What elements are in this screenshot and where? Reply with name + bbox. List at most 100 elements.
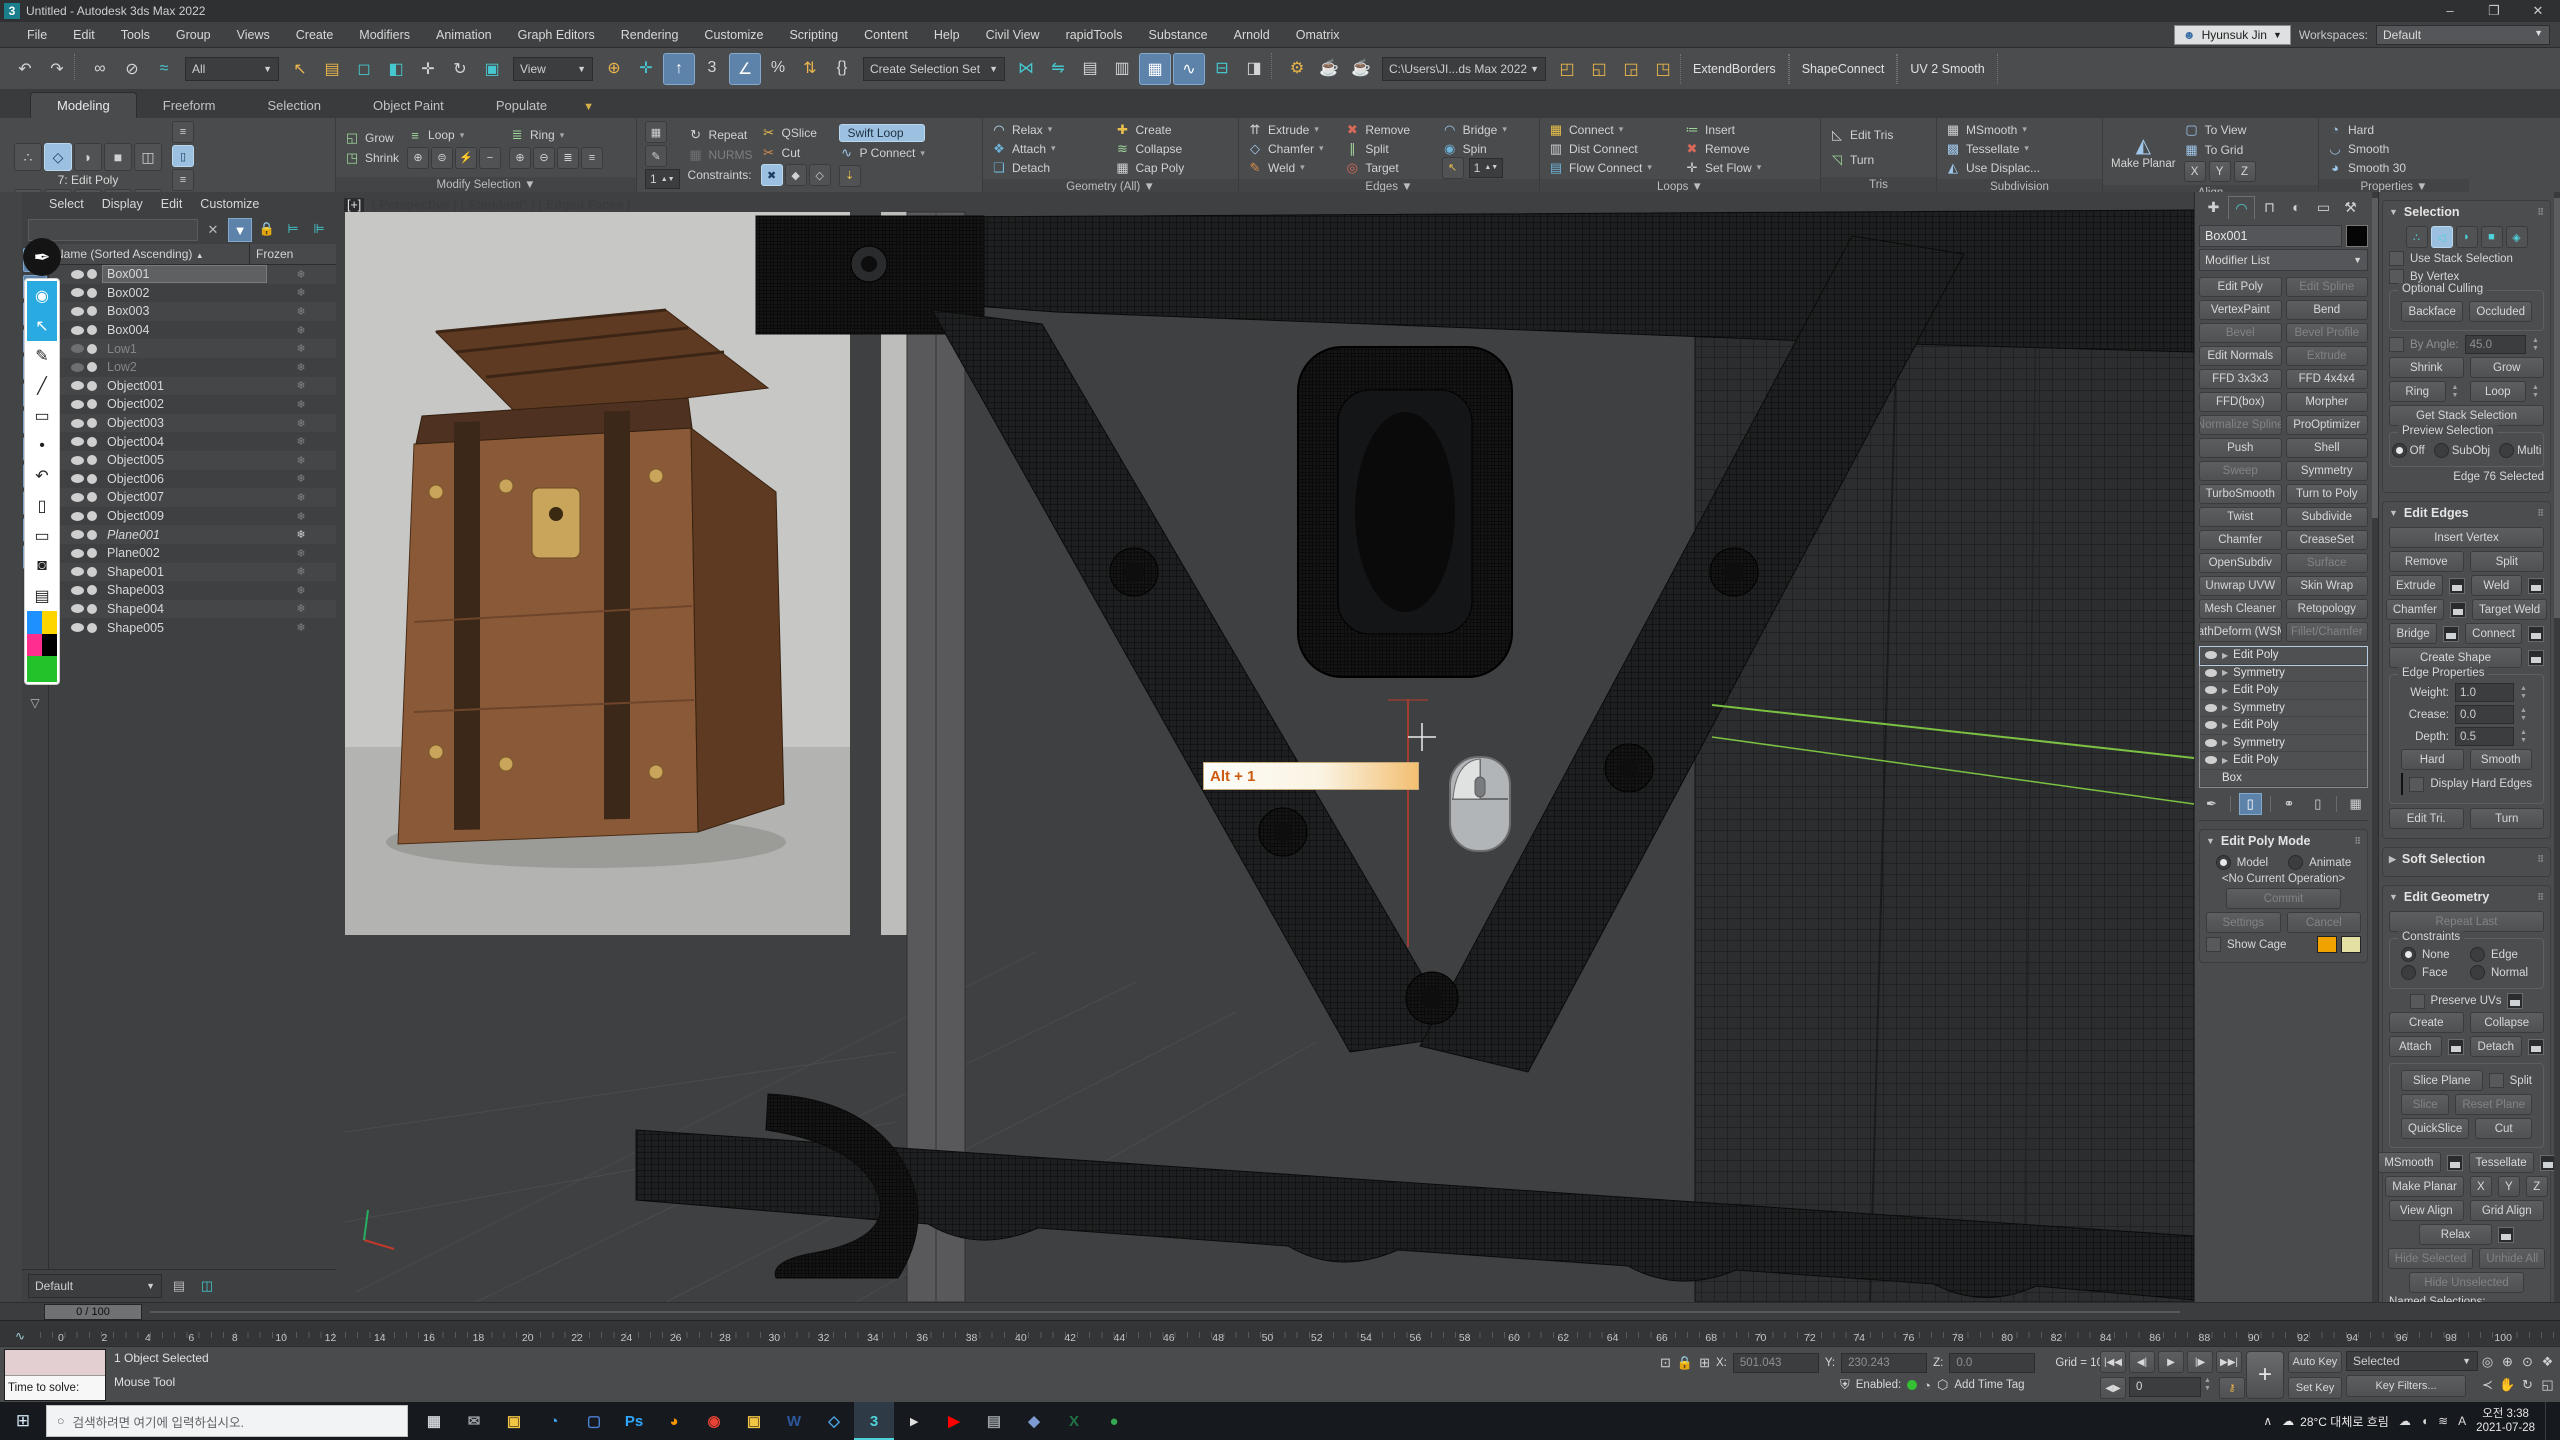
get-stack-selection-button[interactable]: Get Stack Selection — [2389, 405, 2544, 426]
time-slider-handle[interactable]: 0 / 100 — [44, 1304, 142, 1320]
kakao-icon[interactable]: ● — [1094, 1402, 1134, 1440]
material-editor-icon[interactable]: ◨ — [1239, 53, 1269, 83]
model-radio[interactable] — [2216, 855, 2231, 870]
turn-button[interactable]: Turn — [2470, 808, 2545, 829]
modifier-stack-row[interactable]: ▶ Box — [2200, 770, 2367, 788]
menu-item[interactable]: Civil View — [973, 22, 1053, 48]
weld-settings-box[interactable] — [2528, 578, 2544, 594]
start-button[interactable]: ⊞ — [0, 1411, 46, 1431]
visibility-eye-icon[interactable] — [71, 363, 84, 372]
smooth-button[interactable]: Smooth — [2470, 749, 2533, 770]
insert-vertex-button[interactable]: Insert Vertex — [2389, 527, 2544, 548]
polygon-subobj-icon[interactable]: ■ — [2481, 226, 2503, 248]
network-icon[interactable]: ≋ — [2438, 1414, 2448, 1428]
clear-search-icon[interactable]: ✕ — [202, 219, 224, 241]
explorer-layer-dropdown[interactable]: Default▼ — [28, 1274, 162, 1298]
prev-frame-icon[interactable]: ◀| — [2129, 1351, 2155, 1373]
redo-icon[interactable]: ↷ — [42, 54, 72, 84]
cancel-button[interactable]: Cancel — [2287, 912, 2362, 933]
window-crossing-icon[interactable]: ◧ — [381, 54, 411, 84]
frozen-icon[interactable]: ❄ — [266, 361, 336, 374]
y-coordinate-field[interactable]: 230.243 — [1841, 1353, 1927, 1373]
preview-multi-radio[interactable] — [2499, 443, 2514, 458]
ring-list2-icon[interactable]: ≡ — [581, 147, 603, 169]
chamfer-button[interactable]: Chamfer — [2386, 599, 2444, 620]
rendered-frame-icon[interactable]: ☕ — [1314, 53, 1344, 83]
animate-radio[interactable] — [2288, 855, 2303, 870]
ring-dropdown[interactable]: ≣Ring ▾ — [509, 127, 603, 144]
depth-spinner[interactable]: ▲▼ — [2520, 729, 2532, 745]
rollout-header[interactable]: ▼Edit Geometry⠿ — [2383, 886, 2550, 908]
planar-y-button[interactable]: Y — [2498, 1176, 2520, 1197]
ribbon-button[interactable]: ▦Cap Poly — [1115, 159, 1231, 176]
frozen-icon[interactable]: ❄ — [266, 417, 336, 430]
element-mode-icon[interactable]: ◫ — [134, 143, 162, 171]
ribbon-button[interactable]: ▦MSmooth ▾ — [1945, 121, 2027, 138]
next-frame-icon[interactable]: |▶ — [2187, 1351, 2213, 1373]
modifier-button[interactable]: Fillet/Chamfer — [2286, 622, 2369, 642]
transform-gizmo-icon[interactable]: ⊞ — [1699, 1355, 1710, 1371]
preserve-uvs-checkbox[interactable] — [2410, 994, 2425, 1009]
frozen-icon[interactable]: ❄ — [266, 528, 336, 541]
ring-button[interactable]: Ring — [2389, 381, 2446, 402]
edit-spinner[interactable]: 1▲▼ — [645, 169, 680, 189]
modifier-button[interactable]: Edit Normals — [2199, 346, 2282, 366]
planar-z-button[interactable]: Z — [2526, 1176, 2548, 1197]
frozen-icon[interactable]: ❄ — [266, 621, 336, 634]
filter-search-icon[interactable]: ▼ — [228, 218, 252, 242]
modifier-stack-row[interactable]: ▶ Edit Poly — [2200, 647, 2367, 665]
menu-item[interactable]: Help — [921, 22, 973, 48]
qslice-button[interactable]: ✂QSlice — [761, 124, 831, 141]
chamfer-settings-box[interactable] — [2450, 602, 2466, 618]
modifier-button[interactable]: TurboSmooth — [2199, 484, 2282, 504]
maxscript-mini-listener[interactable]: Time to solve: — [4, 1349, 106, 1401]
parameters-panel-scrollbar[interactable] — [2554, 192, 2560, 1302]
loop-button[interactable]: Loop — [2470, 381, 2527, 402]
player-icon[interactable]: ▸ — [894, 1402, 934, 1440]
go-to-start-icon[interactable]: |◀◀ — [2100, 1351, 2126, 1373]
loop-shrink-icon[interactable]: ⊜ — [431, 147, 453, 169]
store-icon[interactable]: ▢ — [574, 1402, 614, 1440]
ribbon-button[interactable]: ▥Dist Connect — [1548, 140, 1676, 157]
paint-options-icon[interactable]: ✎ — [645, 145, 667, 167]
modifier-button[interactable]: Surface — [2286, 553, 2369, 573]
show-cage-checkbox[interactable] — [2206, 937, 2221, 952]
lock-stack-icon[interactable]: ▯ — [2239, 793, 2262, 815]
collapse-stack-up-icon[interactable]: ≡ — [172, 121, 194, 143]
crease-field[interactable]: 0.0 — [2455, 705, 2514, 724]
by-vertex-checkbox[interactable] — [2389, 269, 2404, 284]
scene-object-row[interactable]: Object004 ❄ — [49, 432, 336, 451]
loop-dropdown[interactable]: ≡Loop ▾ — [407, 127, 501, 144]
modifier-button[interactable]: Shell — [2286, 438, 2369, 458]
paint-connect-button[interactable]: ∿P Connect ▾ — [839, 145, 925, 162]
connect-button[interactable]: Connect — [2465, 623, 2522, 644]
whiteboard-icon[interactable]: ▭ — [27, 521, 57, 551]
tessellate-button[interactable]: Tessellate — [2469, 1152, 2534, 1173]
visibility-eye-icon[interactable] — [71, 604, 84, 613]
depth-field[interactable]: 0.5 — [2455, 727, 2514, 746]
frozen-icon[interactable]: ❄ — [266, 342, 336, 355]
explorer-menu-item[interactable]: Select — [40, 197, 93, 211]
create-tab-icon[interactable]: ✚ — [2201, 196, 2226, 218]
viewport-general-menu[interactable]: [+] — [344, 198, 364, 212]
modifier-eye-icon[interactable] — [2205, 669, 2217, 677]
modifier-stack-row[interactable]: ▶ Symmetry — [2200, 700, 2367, 718]
ribbon-button[interactable]: ✚Create — [1115, 121, 1231, 138]
taskview-icon[interactable]: ▦ — [414, 1402, 454, 1440]
orbit-icon[interactable]: ↻ — [2518, 1374, 2537, 1396]
cage-selected-color-swatch[interactable] — [2341, 936, 2361, 953]
weather-widget[interactable]: ☁ 28°C 대체로 흐림 — [2282, 1413, 2389, 1430]
menu-item[interactable]: Rendering — [608, 22, 692, 48]
modifier-stack-row[interactable]: ▶ Edit Poly — [2200, 682, 2367, 700]
dock-handle-strip[interactable] — [0, 192, 23, 1302]
create-button[interactable]: Create — [2389, 1012, 2464, 1033]
split-button[interactable]: Split — [2470, 551, 2545, 572]
key-mode-toggle-icon[interactable]: ◀▶ — [2100, 1377, 2126, 1399]
loop-grow-icon[interactable]: ⊕ — [407, 147, 429, 169]
go-to-end-icon[interactable]: ▶▶| — [2216, 1351, 2242, 1373]
modifier-button[interactable]: VertexPaint — [2199, 300, 2282, 320]
shield-icon[interactable]: ⛨ — [1840, 1377, 1850, 1393]
menu-item[interactable]: Graph Editors — [505, 22, 608, 48]
modifier-eye-icon[interactable] — [2205, 739, 2217, 747]
unhide-all-button[interactable]: Unhide All — [2479, 1248, 2545, 1269]
